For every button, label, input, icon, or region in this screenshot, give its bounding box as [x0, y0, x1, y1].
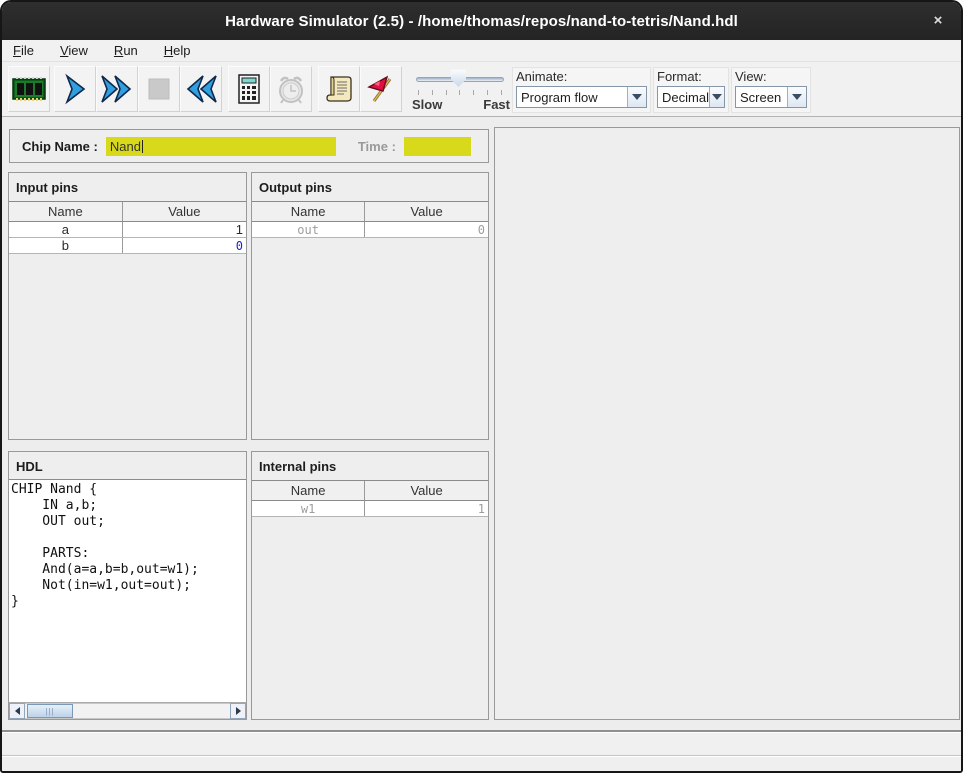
scroll-icon	[324, 73, 354, 105]
column-header-name: Name	[9, 202, 123, 221]
input-pins-table: Name Value a1b0	[9, 201, 246, 254]
column-header-name: Name	[252, 481, 365, 500]
stop-icon	[145, 75, 173, 103]
flag-pen-icon	[365, 73, 397, 105]
animate-value: Program flow	[517, 90, 598, 105]
output-pins-title: Output pins	[252, 173, 488, 201]
chip-name-value: Nand	[110, 139, 141, 154]
title-bar: Hardware Simulator (2.5) - /home/thomas/…	[2, 2, 961, 40]
slider-thumb[interactable]	[450, 69, 467, 87]
table-header: Name Value	[252, 481, 488, 501]
hdl-horizontal-scrollbar[interactable]: |||	[9, 702, 246, 719]
animate-label: Animate:	[516, 69, 647, 84]
menu-run[interactable]: Run	[105, 41, 147, 60]
pin-value: 1	[365, 501, 488, 516]
chip-name-label: Chip Name :	[22, 139, 98, 154]
app-window: Hardware Simulator (2.5) - /home/thomas/…	[0, 0, 963, 773]
pin-row: a1	[9, 222, 246, 238]
pin-name: b	[9, 238, 123, 253]
time-field	[404, 137, 471, 156]
menu-file[interactable]: File	[4, 41, 43, 60]
chip-name-bar: Chip Name : Nand Time :	[9, 129, 489, 163]
pin-value: 0	[365, 222, 488, 237]
pin-name: out	[252, 222, 365, 237]
menu-help[interactable]: Help	[155, 41, 200, 60]
pin-row: b0	[9, 238, 246, 254]
slider-slow-label: Slow	[412, 97, 442, 112]
speed-slider[interactable]: Slow Fast	[410, 68, 510, 114]
scrollbar-track[interactable]: |||	[25, 703, 230, 719]
toolbar: Slow Fast Animate: Program flow Format: …	[2, 62, 961, 117]
internal-pins-panel: Internal pins Name Value w11	[251, 451, 489, 720]
chevron-down-icon[interactable]	[627, 87, 646, 107]
rewind-icon	[183, 73, 219, 105]
animate-select[interactable]: Program flow	[516, 86, 647, 108]
message-bar	[2, 755, 961, 771]
chip-view-area	[494, 127, 960, 720]
pin-value[interactable]: 1	[123, 222, 246, 237]
view-value: Screen	[736, 90, 781, 105]
table-header: Name Value	[9, 202, 246, 222]
reset-button[interactable]	[180, 66, 222, 112]
chip-icon	[11, 74, 47, 104]
stop-button[interactable]	[138, 66, 180, 112]
pin-name: a	[9, 222, 123, 237]
status-bar	[2, 730, 961, 754]
calculator-icon	[235, 73, 263, 105]
scroll-right-button[interactable]	[230, 703, 246, 719]
triangle-left-icon	[15, 707, 20, 715]
pin-name: w1	[252, 501, 365, 516]
main-content: Chip Name : Nand Time : Input pins Name …	[2, 117, 961, 771]
slider-fast-label: Fast	[483, 97, 510, 112]
hdl-panel: HDL CHIP Nand { IN a,b; OUT out; PARTS: …	[8, 451, 247, 720]
view-select[interactable]: Screen	[735, 86, 807, 108]
eval-button[interactable]	[228, 66, 270, 112]
internal-pins-title: Internal pins	[252, 452, 488, 480]
format-value: Decimal	[658, 90, 709, 105]
close-button[interactable]: ×	[925, 10, 951, 32]
view-script-button[interactable]	[318, 66, 360, 112]
menu-view[interactable]: View	[51, 41, 97, 60]
input-pins-title: Input pins	[9, 173, 246, 201]
text-caret	[142, 140, 143, 153]
pin-row: out0	[252, 222, 488, 238]
scrollbar-thumb[interactable]: |||	[27, 704, 73, 718]
chevron-down-icon[interactable]	[709, 87, 724, 107]
column-header-name: Name	[252, 202, 365, 221]
column-header-value: Value	[123, 202, 246, 221]
output-pins-table: Name Value out0	[252, 201, 488, 238]
column-header-value: Value	[365, 481, 488, 500]
scroll-left-button[interactable]	[9, 703, 25, 719]
chip-name-input[interactable]: Nand	[106, 137, 336, 156]
breakpoints-button[interactable]	[360, 66, 402, 112]
animate-group: Animate: Program flow	[512, 67, 651, 113]
view-label: View:	[735, 69, 807, 84]
slider-ticks	[418, 90, 502, 96]
format-select[interactable]: Decimal	[657, 86, 725, 108]
triangle-right-icon	[236, 707, 241, 715]
output-pins-panel: Output pins Name Value out0	[251, 172, 489, 440]
view-group: View: Screen	[731, 67, 811, 113]
pin-row: w11	[252, 501, 488, 517]
input-pins-panel: Input pins Name Value a1b0	[8, 172, 247, 440]
pin-value[interactable]: 0	[123, 238, 246, 253]
column-header-value: Value	[365, 202, 488, 221]
run-button[interactable]	[96, 66, 138, 112]
window-title: Hardware Simulator (2.5) - /home/thomas/…	[225, 13, 738, 30]
hdl-title: HDL	[9, 452, 246, 480]
step-forward-icon	[60, 73, 90, 105]
alarm-clock-icon	[275, 73, 307, 105]
single-step-button[interactable]	[54, 66, 96, 112]
time-label: Time :	[358, 139, 396, 154]
fast-forward-icon	[99, 73, 135, 105]
clock-button[interactable]	[270, 66, 312, 112]
load-chip-button[interactable]	[8, 66, 50, 112]
internal-pins-table: Name Value w11	[252, 480, 488, 517]
format-label: Format:	[657, 69, 725, 84]
menu-bar: File View Run Help	[2, 40, 961, 62]
format-group: Format: Decimal	[653, 67, 729, 113]
chevron-down-icon[interactable]	[787, 87, 806, 107]
table-header: Name Value	[252, 202, 488, 222]
hdl-code-view[interactable]: CHIP Nand { IN a,b; OUT out; PARTS: And(…	[9, 479, 246, 702]
